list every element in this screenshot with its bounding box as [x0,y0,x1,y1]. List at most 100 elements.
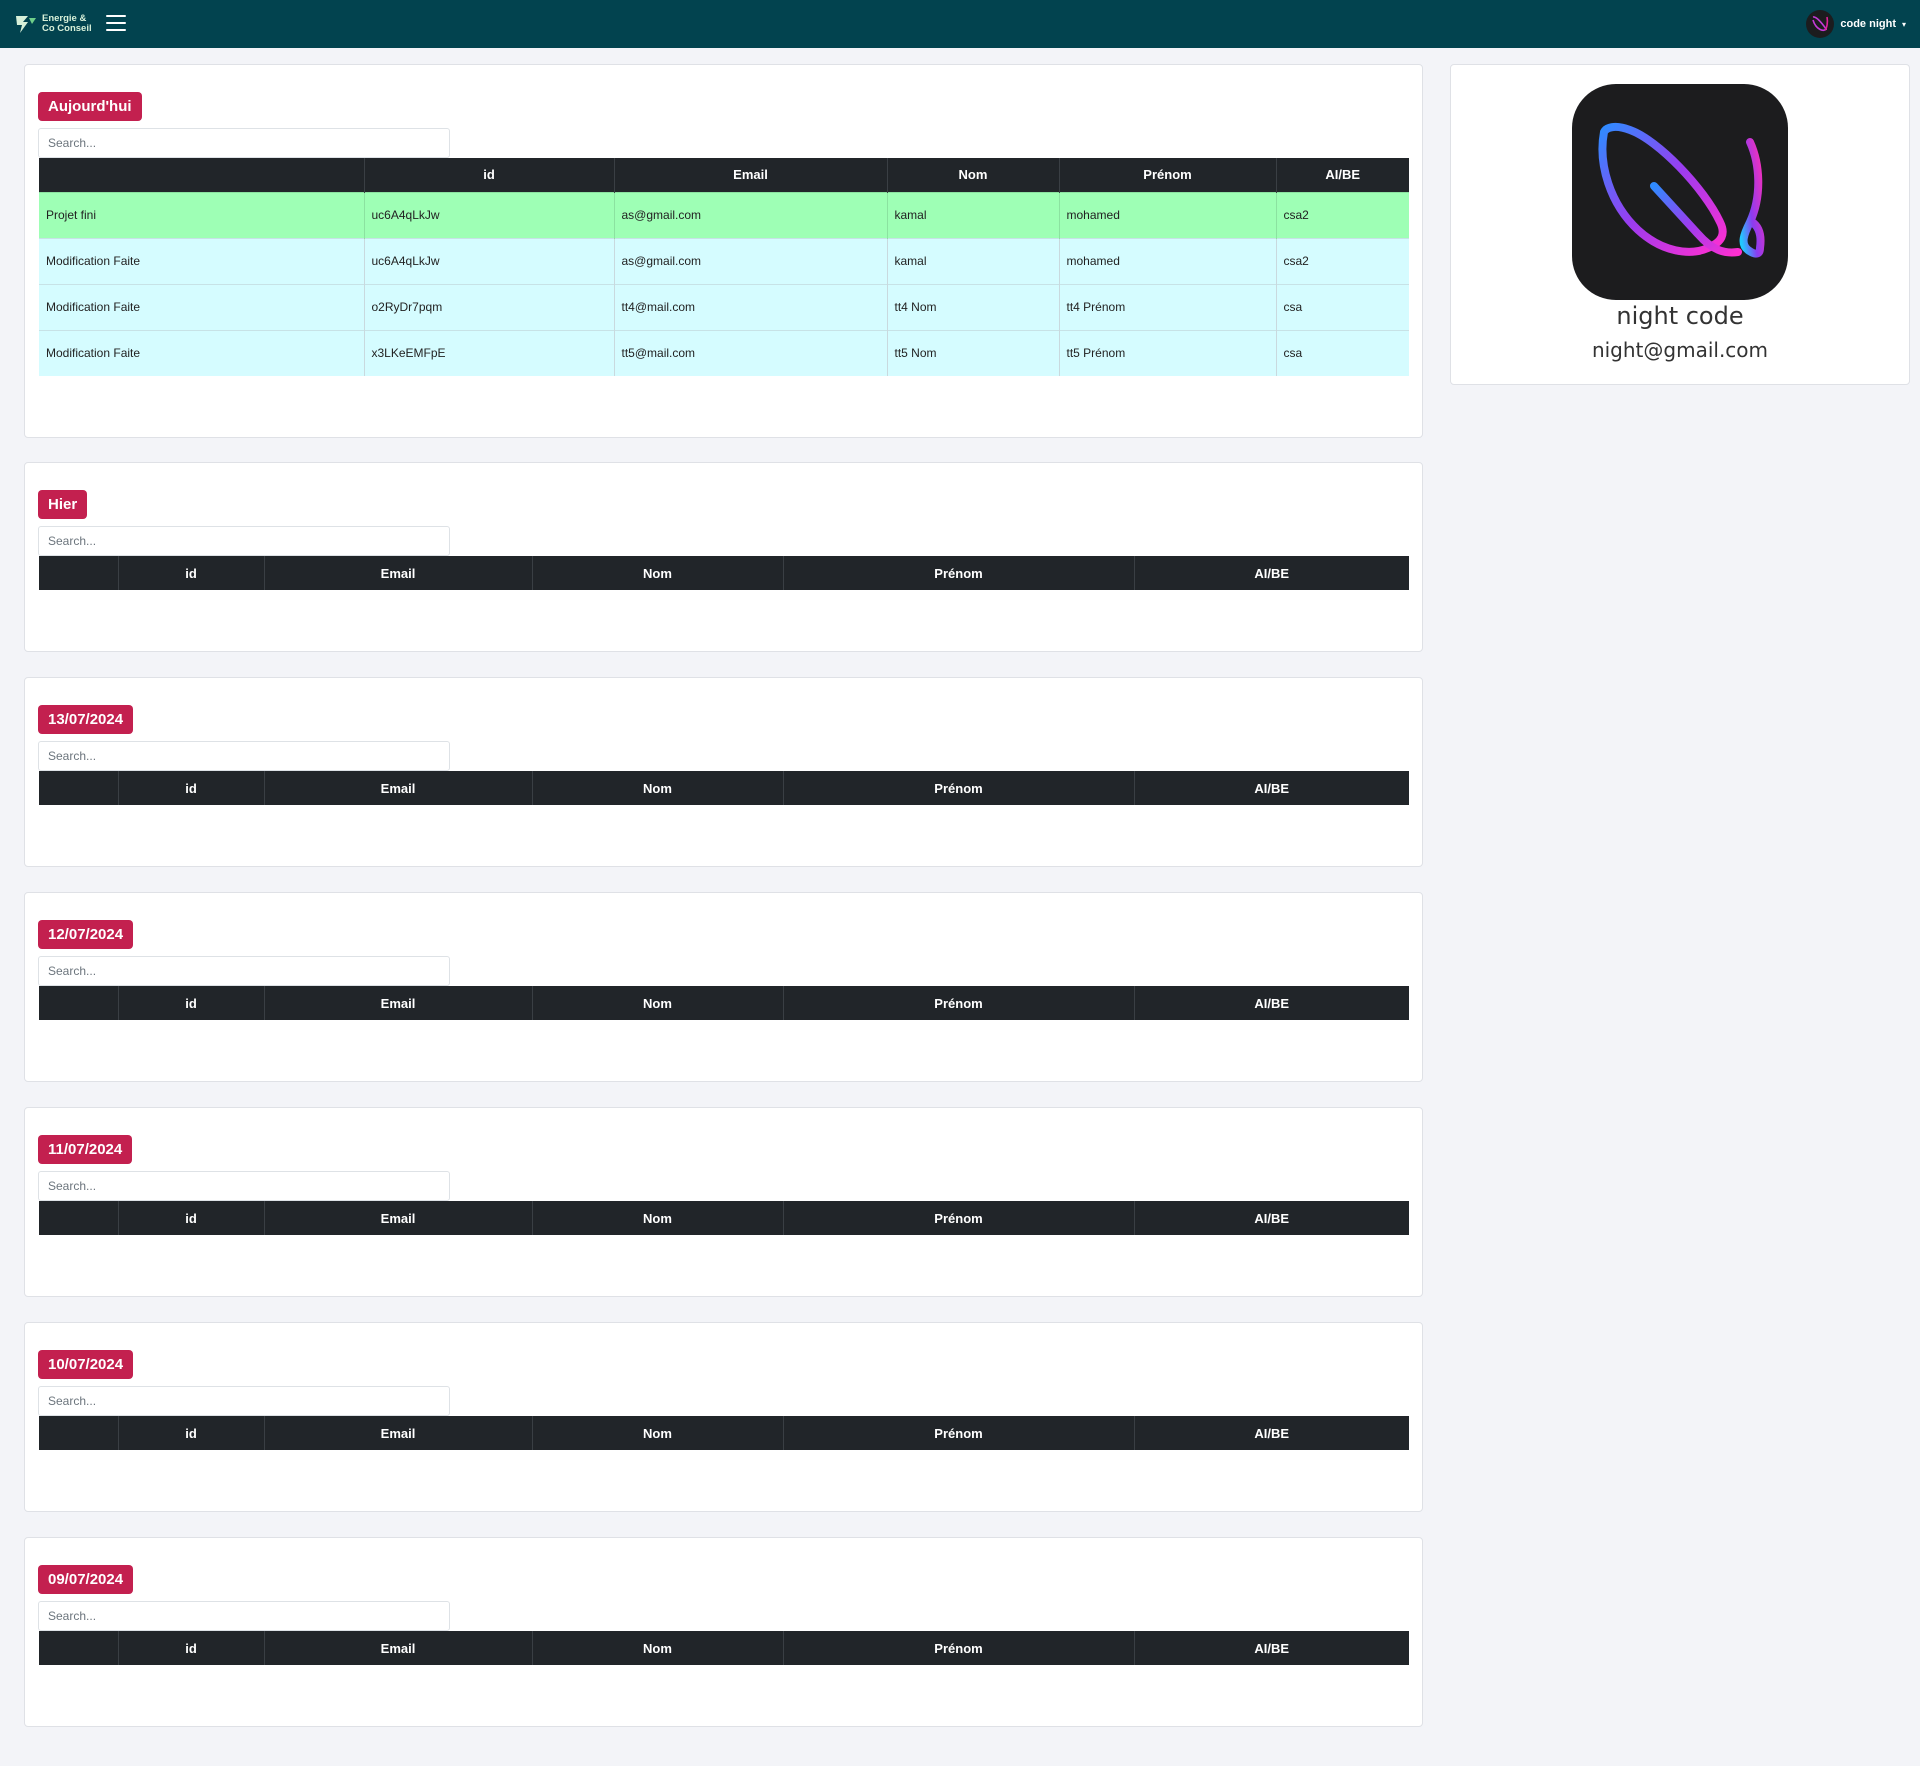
cell-id: uc6A4qLkJw [364,191,615,238]
search-input[interactable] [38,1171,450,1201]
avatar [1806,10,1835,38]
cell-status: Modification Faite [39,329,365,376]
cell-email: tt5@mail.com [614,329,888,376]
column-header[interactable]: AI/BE [1276,158,1409,192]
column-header[interactable]: Email [264,1631,533,1665]
column-header[interactable] [39,771,119,805]
column-header[interactable]: id [118,1416,265,1450]
column-header[interactable]: Email [264,986,533,1020]
chevron-down-icon: ▾ [1901,19,1906,29]
day-badge: Aujourd'hui [38,92,142,121]
day-table: id Email Nom Prénom AI/BE [39,1631,1409,1665]
day-card: 10/07/2024 idEmailNomPrénomAI/BE [24,1322,1423,1512]
column-header[interactable]: id [118,771,265,805]
day-table: id Email Nom Prénom AI/BE [39,1416,1409,1450]
column-header[interactable]: AI/BE [1134,556,1409,590]
column-header[interactable]: id [118,556,265,590]
table-header-row: id Email Nom Prénom AI/BE [39,556,1409,590]
column-header[interactable]: AI/BE [1134,1631,1409,1665]
column-header[interactable] [39,1631,119,1665]
brand-line-2: Co Conseil [42,23,92,34]
column-header[interactable]: Email [264,556,533,590]
column-header[interactable]: Prénom [783,986,1135,1020]
profile-name: night code [1616,302,1744,330]
column-header[interactable] [39,158,365,192]
table-row[interactable]: Modification Faite x3LKeEMFpE tt5@mail.com… [39,329,1409,376]
column-header[interactable] [39,1201,119,1235]
cell-aibe: csa2 [1276,237,1409,284]
cell-prenom: tt5 Prénom [1059,329,1277,376]
brand-logo[interactable]: Energie & Co Conseil [14,12,98,36]
search-input[interactable] [38,956,450,986]
cell-status: Projet fini [39,191,365,238]
column-header[interactable]: Prénom [1059,158,1277,192]
day-table: id Email Nom Prénom AI/BE Projet fini uc6A4qLk… [39,158,1409,376]
column-header[interactable]: Email [264,771,533,805]
cell-prenom: mohamed [1059,191,1277,238]
search-input[interactable] [38,526,450,556]
user-menu-dropdown[interactable]: code night ▾ [1806,10,1906,38]
day-badge: 11/07/2024 [38,1135,133,1164]
column-header[interactable]: Nom [532,556,784,590]
day-table: id Email Nom Prénom AI/BE [39,556,1409,590]
table-header-row: id Email Nom Prénom AI/BE [39,1631,1409,1665]
day-badge: 13/07/2024 [38,705,134,734]
cell-nom: tt4 Nom [887,283,1060,330]
day-table: id Email Nom Prénom AI/BE [39,986,1409,1020]
day-card: 09/07/2024 idEmailNomPrénomAI/BE [24,1537,1423,1727]
column-header[interactable]: Nom [532,1416,784,1450]
cell-aibe: csa2 [1276,191,1409,238]
column-header[interactable]: id [118,1631,265,1665]
user-name: code night [1840,18,1896,30]
cell-prenom: tt4 Prénom [1059,283,1277,330]
cell-email: as@gmail.com [614,191,888,238]
day-card: 11/07/2024 idEmailNomPrénomAI/BE [24,1107,1423,1297]
search-input[interactable] [38,1601,450,1631]
search-input[interactable] [38,128,450,158]
column-header[interactable] [39,1416,119,1450]
column-header[interactable]: Prénom [783,1201,1135,1235]
cell-id: x3LKeEMFpE [364,329,615,376]
day-badge: 09/07/2024 [38,1565,134,1594]
column-header[interactable]: Email [264,1416,533,1450]
table-row[interactable]: Projet fini uc6A4qLkJw as@gmail.com kamal mo… [39,191,1409,238]
table-header-row: id Email Nom Prénom AI/BE [39,1416,1409,1450]
cell-status: Modification Faite [39,237,365,284]
top-navbar: Energie & Co Conseil code night ▾ [0,0,1920,48]
column-header[interactable]: Prénom [783,556,1135,590]
column-header[interactable]: Prénom [783,1631,1135,1665]
hamburger-icon[interactable] [106,15,126,33]
column-header[interactable]: Prénom [783,1416,1135,1450]
day-table: id Email Nom Prénom AI/BE [39,1201,1409,1235]
column-header[interactable]: Prénom [783,771,1135,805]
column-header[interactable]: Nom [532,1201,784,1235]
day-card: 12/07/2024 idEmailNomPrénomAI/BE [24,892,1423,1082]
column-header[interactable]: AI/BE [1134,986,1409,1020]
column-header[interactable]: Nom [532,1631,784,1665]
profile-card: night code night@gmail.com [1450,64,1910,385]
column-header[interactable]: AI/BE [1134,1201,1409,1235]
column-header[interactable]: id [118,1201,265,1235]
column-header[interactable] [39,986,119,1020]
search-input[interactable] [38,741,450,771]
column-header[interactable]: AI/BE [1134,771,1409,805]
column-header[interactable]: Nom [532,771,784,805]
column-header[interactable]: Email [264,1201,533,1235]
column-header[interactable]: Nom [532,986,784,1020]
night-code-logo-icon [1598,122,1765,258]
table-row[interactable]: Modification Faite uc6A4qLkJw as@gmail.com… [39,237,1409,284]
cell-id: o2RyDr7pqm [364,283,615,330]
brand-name: Energie & Co Conseil [42,14,98,34]
column-header[interactable]: Email [614,158,888,192]
column-header[interactable]: id [364,158,615,192]
column-header[interactable] [39,556,119,590]
day-badge: Hier [38,490,88,519]
column-header[interactable]: id [118,986,265,1020]
search-input[interactable] [38,1386,450,1416]
cell-aibe: csa [1276,329,1409,376]
column-header[interactable]: AI/BE [1134,1416,1409,1450]
column-header[interactable]: Nom [887,158,1060,192]
table-row[interactable]: Modification Faite o2RyDr7pqm tt4@mail.com… [39,283,1409,330]
table-header-row: id Email Nom Prénom AI/BE [39,771,1409,805]
night-code-logo-icon [1812,16,1829,32]
